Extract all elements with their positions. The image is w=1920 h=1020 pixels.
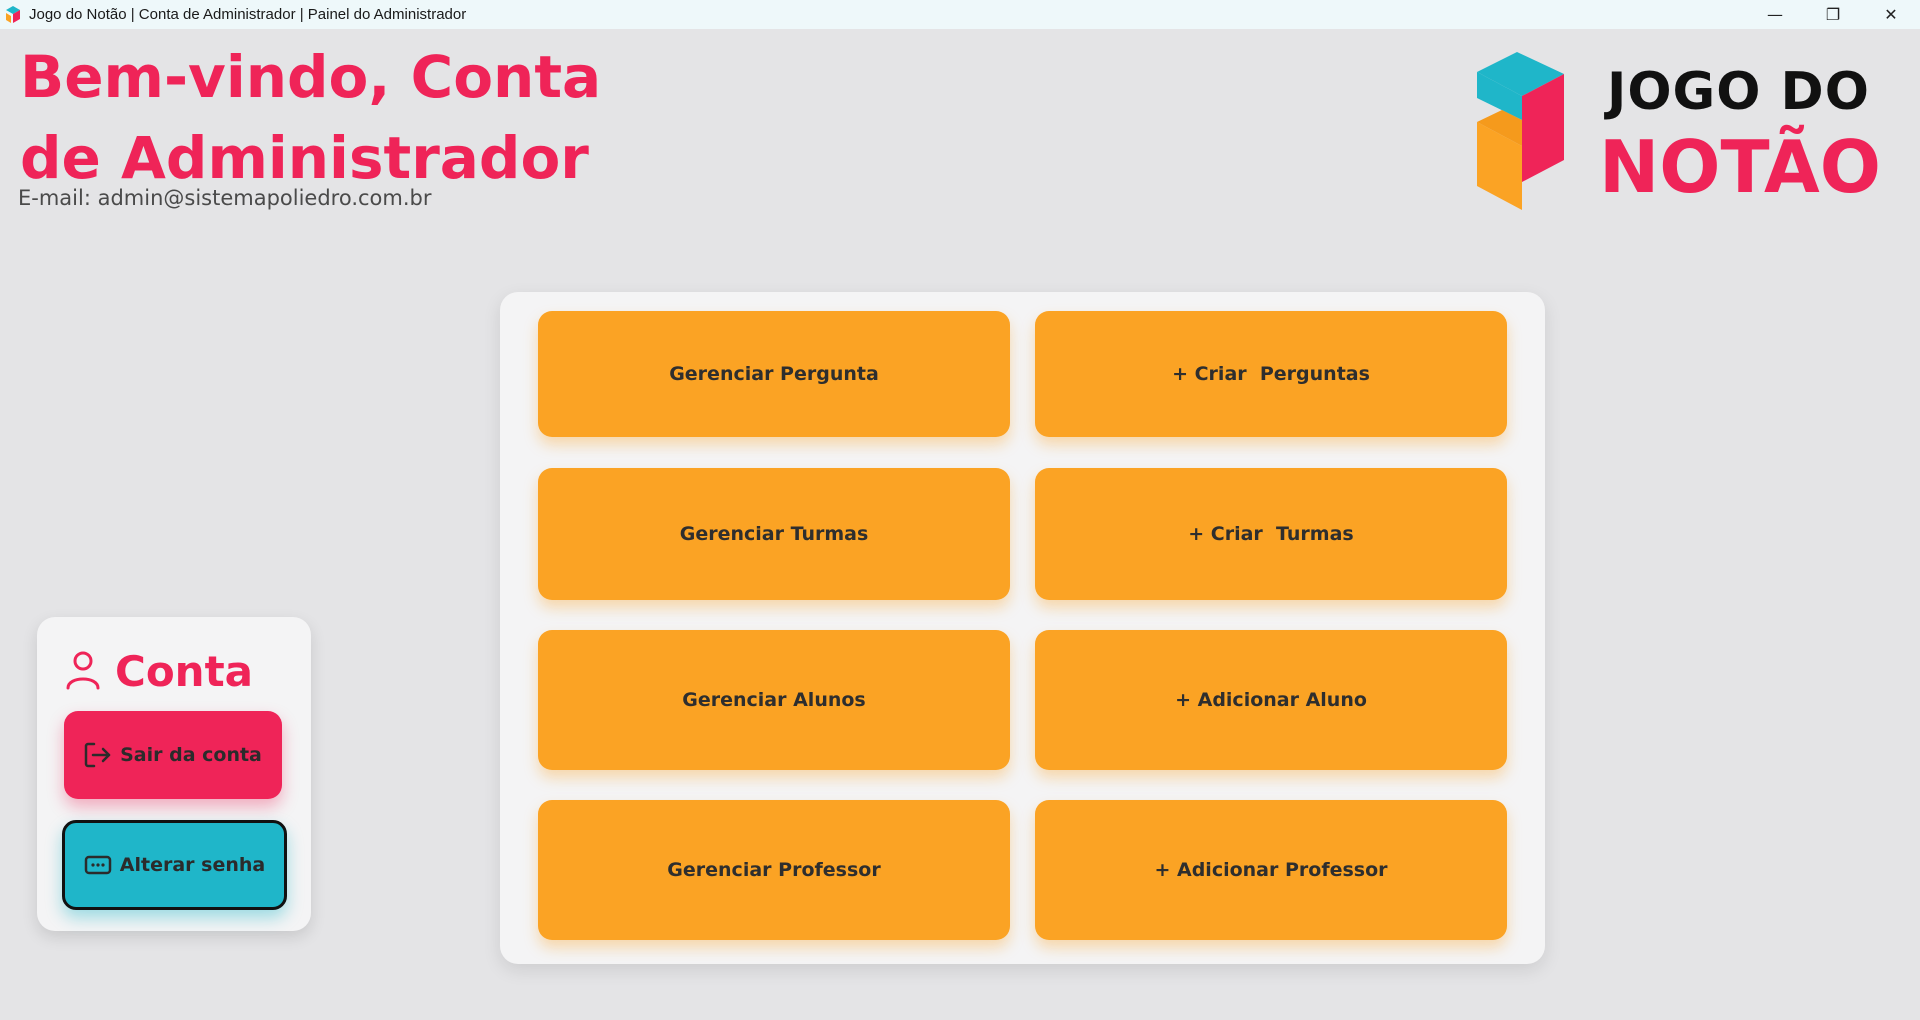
logout-button[interactable]: Sair da conta [64,711,282,799]
logo-text-top: JOGO DO [1607,62,1870,122]
account-heading: Conta [65,647,253,696]
account-heading-label: Conta [115,647,253,696]
welcome-heading: Bem-vindo, Conta de Administrador [20,43,602,192]
manage-classes-button[interactable]: Gerenciar Turmas [538,468,1010,600]
account-panel: Conta Sair da conta Alterar senha [37,617,311,931]
manage-questions-button[interactable]: Gerenciar Pergunta [538,311,1010,437]
logout-icon [84,742,112,768]
admin-actions-panel: Gerenciar Pergunta + Criar Perguntas Ger… [500,292,1545,964]
logout-label: Sair da conta [120,744,262,766]
create-questions-button[interactable]: + Criar Perguntas [1035,311,1507,437]
restore-button[interactable]: ❐ [1804,0,1862,29]
manage-teachers-button[interactable]: Gerenciar Professor [538,800,1010,940]
change-password-button[interactable]: Alterar senha [62,820,287,910]
window-titlebar: Jogo do Notão | Conta de Administrador |… [0,0,1920,29]
app-logo-icon [5,5,21,24]
change-password-label: Alterar senha [119,854,266,876]
add-teacher-button[interactable]: + Adicionar Professor [1035,800,1507,940]
jogo-do-notao-logo: JOGO DO NOTÃO [1472,50,1892,215]
user-icon [65,650,101,694]
create-classes-button[interactable]: + Criar Turmas [1035,468,1507,600]
window-controls: — ❐ ✕ [1746,0,1920,29]
user-email: E-mail: admin@sistemapoliedro.com.br [18,186,432,210]
logo-text-bottom: NOTÃO [1599,125,1881,209]
manage-students-button[interactable]: Gerenciar Alunos [538,630,1010,770]
window-title: Jogo do Notão | Conta de Administrador |… [29,6,467,23]
close-button[interactable]: ✕ [1862,0,1920,29]
password-icon [84,855,112,875]
add-student-button[interactable]: + Adicionar Aluno [1035,630,1507,770]
cube-logo-icon [1477,52,1564,210]
minimize-button[interactable]: — [1746,0,1804,29]
